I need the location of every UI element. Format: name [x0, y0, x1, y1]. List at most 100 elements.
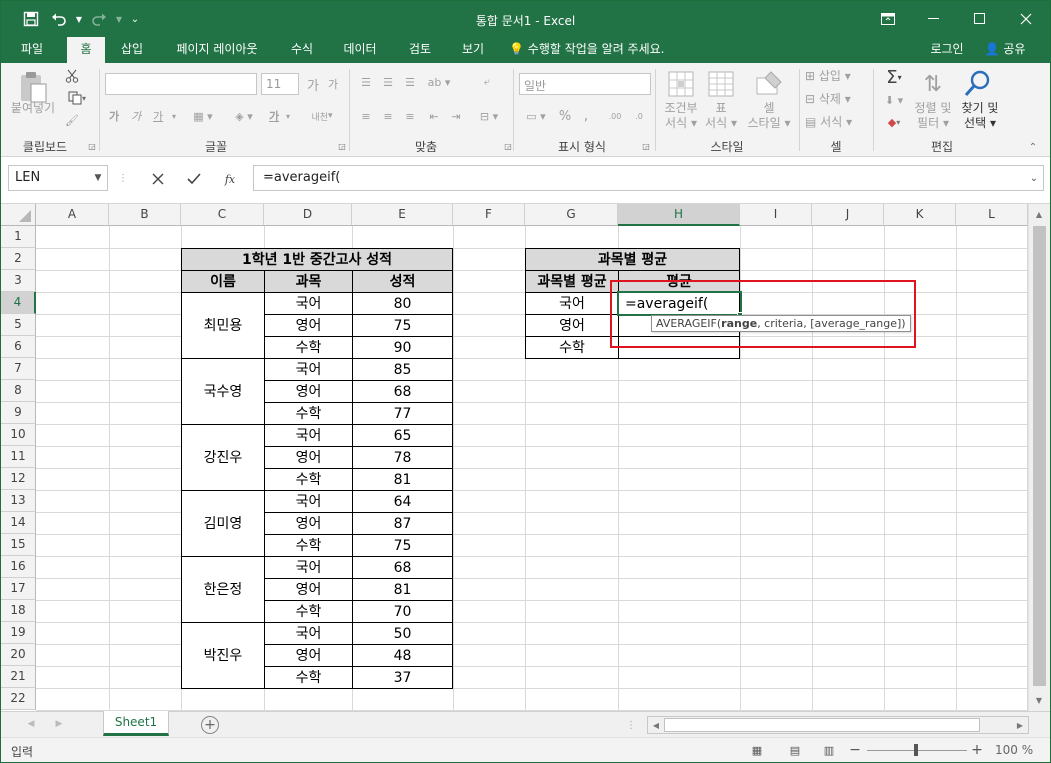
score-cell[interactable]: 68	[352, 380, 453, 403]
expand-formula-bar-icon[interactable]: ⌄	[1027, 172, 1041, 184]
phonetic-button[interactable]: 내천 ▾	[307, 107, 337, 125]
enter-icon[interactable]	[183, 168, 205, 190]
scroll-up-icon[interactable]: ▲	[1033, 208, 1045, 220]
save-icon[interactable]	[17, 1, 45, 37]
underline-dropdown-icon[interactable]: ▾	[169, 107, 179, 125]
row-header[interactable]: 7	[1, 358, 36, 380]
score-cell[interactable]: 64	[352, 490, 453, 513]
score-cell[interactable]: 48	[352, 644, 453, 667]
score-cell[interactable]: 90	[352, 336, 453, 359]
zoom-level[interactable]: 100 %	[995, 743, 1033, 757]
tab-formulas[interactable]: 수식	[281, 37, 323, 63]
avg-subject-cell[interactable]: 수학	[525, 336, 619, 359]
subject-cell[interactable]: 수학	[264, 336, 353, 359]
orientation-icon[interactable]: ab ▾	[425, 73, 453, 91]
format-painter-icon[interactable]: 🖌	[63, 111, 81, 129]
align-left-icon[interactable]: ≡	[357, 107, 375, 125]
score-cell[interactable]: 87	[352, 512, 453, 535]
score-cell[interactable]: 85	[352, 358, 453, 381]
student-name[interactable]: 한은정	[181, 556, 265, 623]
column-header[interactable]: C	[181, 204, 264, 226]
score-cell[interactable]: 80	[352, 292, 453, 315]
format-cells-button[interactable]: ▤ 서식 ▾	[805, 115, 865, 130]
insert-cells-button[interactable]: ⊞ 삽입 ▾	[805, 69, 865, 84]
copy-icon[interactable]: ▾	[63, 89, 91, 107]
student-name[interactable]: 박진우	[181, 622, 265, 689]
minimize-icon[interactable]	[911, 1, 957, 37]
clipboard-launcher-icon[interactable]: ◲	[87, 141, 97, 151]
zoom-out-icon[interactable]: −	[849, 742, 861, 758]
subject-cell[interactable]: 수학	[264, 666, 353, 689]
row-header[interactable]: 22	[1, 688, 36, 710]
row-header[interactable]: 10	[1, 424, 36, 446]
student-name[interactable]: 국수영	[181, 358, 265, 425]
add-sheet-icon[interactable]: +	[201, 716, 219, 734]
subject-cell[interactable]: 수학	[264, 468, 353, 491]
zoom-slider-thumb[interactable]	[914, 744, 918, 756]
underline-button[interactable]: 가	[151, 107, 165, 125]
font-launcher-icon[interactable]: ◲	[337, 141, 347, 151]
row-header[interactable]: 3	[1, 270, 36, 292]
delete-cells-button[interactable]: ⊟ 삭제 ▾	[805, 92, 865, 107]
tab-insert[interactable]: 삽입	[111, 37, 153, 63]
horizontal-scrollbar[interactable]: ◀ ▶	[647, 716, 1029, 734]
row-header[interactable]: 18	[1, 600, 36, 622]
row-header[interactable]: 8	[1, 380, 36, 402]
bold-button[interactable]: 가	[107, 107, 121, 125]
student-name[interactable]: 김미영	[181, 490, 265, 557]
score-cell[interactable]: 75	[352, 314, 453, 337]
score-cell[interactable]: 81	[352, 578, 453, 601]
row-header[interactable]: 5	[1, 314, 36, 336]
subject-cell[interactable]: 영어	[264, 512, 353, 535]
score-cell[interactable]: 70	[352, 600, 453, 623]
wrap-text-icon[interactable]: ⤶	[477, 73, 497, 91]
scroll-down-icon[interactable]: ▼	[1033, 694, 1045, 706]
next-sheet-icon[interactable]: ▶	[53, 717, 65, 731]
subject-cell[interactable]: 영어	[264, 446, 353, 469]
row-header[interactable]: 12	[1, 468, 36, 490]
score-cell[interactable]: 65	[352, 424, 453, 447]
undo-dropdown-icon[interactable]: ▼	[73, 1, 85, 37]
number-launcher-icon[interactable]: ◲	[641, 141, 651, 151]
scroll-right-icon[interactable]: ▶	[1014, 719, 1026, 731]
customize-qat-icon[interactable]: ⌄	[125, 1, 145, 37]
tab-home[interactable]: 홈	[67, 37, 105, 63]
score-cell[interactable]: 77	[352, 402, 453, 425]
column-header[interactable]: B	[109, 204, 181, 226]
align-middle-icon[interactable]: ☰	[379, 73, 397, 91]
column-header[interactable]: D	[264, 204, 352, 226]
alignment-launcher-icon[interactable]: ◲	[503, 141, 513, 151]
grow-font-icon[interactable]: 가	[305, 75, 321, 94]
column-header[interactable]: J	[812, 204, 884, 226]
subject-cell[interactable]: 국어	[264, 556, 353, 579]
subject-cell[interactable]: 수학	[264, 600, 353, 623]
cell-styles-icon[interactable]	[753, 69, 785, 99]
subject-cell[interactable]: 국어	[264, 490, 353, 513]
fill-color-icon[interactable]: ◈ ▾	[229, 107, 259, 125]
select-all-corner[interactable]	[1, 204, 36, 226]
redo-dropdown-icon[interactable]: ▼	[113, 1, 125, 37]
sheet-tab-sheet1[interactable]: Sheet1	[103, 711, 169, 736]
login-link[interactable]: 로그인	[921, 37, 973, 63]
row-header[interactable]: 15	[1, 534, 36, 556]
redo-icon[interactable]	[85, 1, 113, 37]
page-break-view-icon[interactable]: ▥	[821, 742, 837, 758]
row-header[interactable]: 14	[1, 512, 36, 534]
fill-icon[interactable]: ⬇ ▾	[879, 91, 909, 109]
cut-icon[interactable]	[63, 67, 81, 85]
decrease-indent-icon[interactable]: ⇤	[425, 107, 443, 125]
column-header[interactable]: K	[884, 204, 956, 226]
subject-cell[interactable]: 국어	[264, 622, 353, 645]
tab-data[interactable]: 데이터	[335, 37, 385, 63]
vertical-scroll-thumb[interactable]	[1033, 226, 1046, 686]
column-header[interactable]: E	[352, 204, 453, 226]
row-header[interactable]: 20	[1, 644, 36, 666]
tab-split-grip-icon[interactable]: ⋮	[626, 717, 636, 733]
score-cell[interactable]: 78	[352, 446, 453, 469]
avg-table-title[interactable]: 과목별 평균	[525, 248, 740, 271]
column-header[interactable]: G	[525, 204, 618, 226]
row-header[interactable]: 6	[1, 336, 36, 358]
avg-subject-cell[interactable]: 영어	[525, 314, 619, 337]
close-icon[interactable]	[1003, 1, 1049, 37]
student-name[interactable]: 강진우	[181, 424, 265, 491]
